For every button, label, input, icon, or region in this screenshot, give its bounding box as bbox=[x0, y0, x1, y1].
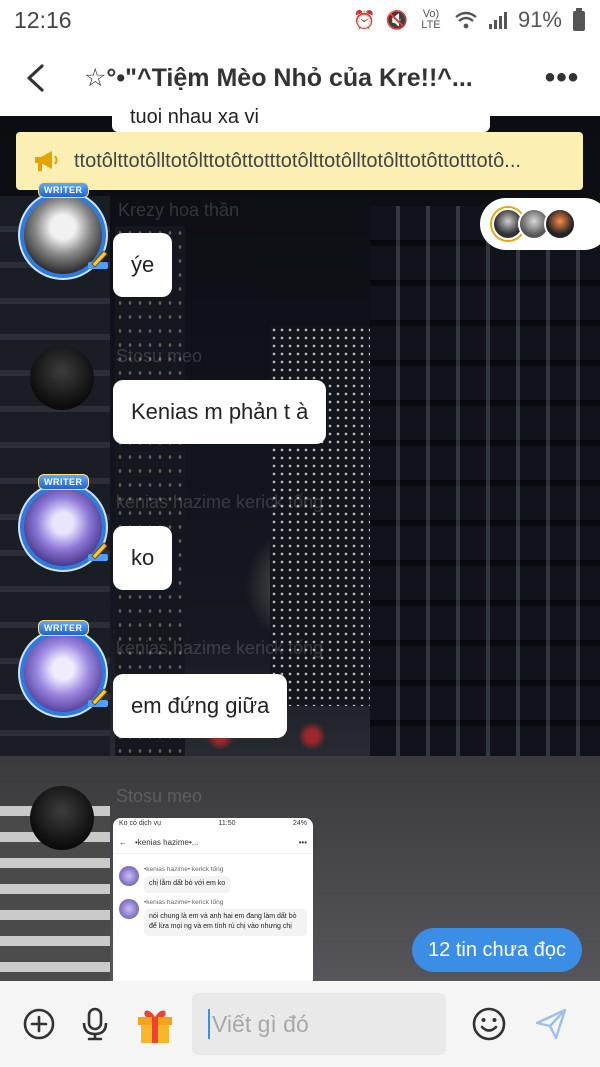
avatar[interactable] bbox=[30, 346, 94, 410]
shot-more-icon: ••• bbox=[298, 838, 307, 847]
shot-body: •kenias hazime• kerick tống chị lằm dất … bbox=[113, 854, 313, 942]
alarm-icon: ⏰ bbox=[353, 9, 376, 30]
send-icon bbox=[535, 1008, 567, 1040]
shot-time: 11:50 bbox=[218, 820, 236, 827]
signal-icon bbox=[488, 12, 507, 29]
avatar[interactable]: WRITER bbox=[24, 182, 108, 274]
writer-badge: WRITER bbox=[38, 620, 89, 636]
back-arrow-icon bbox=[27, 64, 44, 92]
shot-text: chị lằm dất bò với em ko bbox=[144, 876, 231, 893]
author-name: kenias hazime kerick tống bbox=[116, 492, 324, 512]
gift-icon bbox=[138, 1010, 172, 1043]
image-message[interactable]: Ko có dịch vụ 11:50 24% ← •kenias hazime… bbox=[113, 818, 313, 981]
microphone-button[interactable] bbox=[72, 1001, 118, 1047]
shot-battery: 24% bbox=[292, 820, 307, 827]
pen-icon bbox=[88, 688, 108, 707]
shot-text: nói chung là em và anh hai em đang làm d… bbox=[144, 908, 307, 936]
unread-messages-button[interactable]: 12 tin chưa đọc bbox=[412, 928, 582, 972]
online-members[interactable] bbox=[480, 198, 600, 250]
author-name: Stosu meo bbox=[116, 786, 203, 806]
message-input[interactable]: Viết gì đó bbox=[192, 993, 446, 1055]
announcement-banner[interactable]: ttotôlttotôlltotôlttotôttotttotôlttotôll… bbox=[16, 132, 583, 190]
more-dots-icon: ••• bbox=[544, 61, 580, 94]
shot-author: •kenias hazime• kerick tống bbox=[144, 866, 224, 873]
mute-icon: 🔇 bbox=[385, 9, 408, 30]
plus-circle-icon bbox=[23, 1008, 55, 1040]
smiley-icon bbox=[472, 1007, 506, 1041]
status-icons: ⏰ 🔇 Vo) LTE 91% bbox=[353, 7, 586, 33]
author-name: Krezy hoa thần bbox=[118, 200, 240, 220]
more-options-button[interactable]: ••• bbox=[524, 40, 600, 116]
gift-button[interactable] bbox=[132, 1001, 178, 1047]
pen-icon bbox=[88, 542, 108, 561]
back-button[interactable] bbox=[0, 40, 70, 116]
battery-icon bbox=[573, 8, 585, 31]
message-bubble[interactable]: em đứng giữa bbox=[113, 674, 288, 738]
pen-icon bbox=[88, 250, 108, 269]
avatar[interactable] bbox=[30, 786, 94, 850]
plus-button[interactable] bbox=[16, 1001, 62, 1047]
building-right bbox=[370, 206, 600, 766]
shot-title: •kenias hazime•... bbox=[135, 838, 199, 847]
send-button[interactable] bbox=[528, 1001, 574, 1047]
shot-message: •kenias hazime• kerick tống chị lằm dất … bbox=[119, 866, 307, 893]
message-input-placeholder: Viết gì đó bbox=[212, 1010, 309, 1037]
microphone-icon bbox=[82, 1007, 108, 1041]
status-bar: 12:16 ⏰ 🔇 Vo) LTE 91% bbox=[0, 0, 600, 40]
shot-header: ← •kenias hazime•... ••• bbox=[113, 832, 313, 854]
message-bubble[interactable]: Kenias m phản t à bbox=[113, 380, 327, 444]
text-caret bbox=[208, 1009, 210, 1039]
shot-avatar bbox=[119, 898, 139, 919]
author-name: kenias hazime kerick tống bbox=[116, 638, 324, 658]
writer-badge: WRITER bbox=[38, 474, 89, 490]
volte-label: Vo) LTE bbox=[421, 8, 441, 31]
shot-back-icon: ← bbox=[119, 838, 127, 847]
shot-message: •kenias hazime• kerick tống nói chung là… bbox=[119, 898, 307, 936]
message-bubble[interactable]: ko bbox=[113, 526, 173, 590]
writer-badge: WRITER bbox=[38, 182, 89, 198]
message-bubble[interactable]: ýe bbox=[113, 233, 173, 297]
emoji-button[interactable] bbox=[466, 1001, 512, 1047]
megaphone-icon bbox=[26, 141, 66, 181]
input-bar: Viết gì đó bbox=[0, 981, 600, 1067]
avatar[interactable]: WRITER bbox=[24, 474, 108, 566]
wifi-icon bbox=[455, 11, 477, 29]
author-name: Stosu meo bbox=[116, 346, 203, 366]
status-time: 12:16 bbox=[14, 6, 72, 33]
announcement-text: ttotôlttotôlltotôlttotôttotttotôlttotôll… bbox=[74, 149, 521, 172]
previous-message-fragment: tuoi nhau xa vi bbox=[112, 102, 490, 132]
battery-percent: 91% bbox=[517, 7, 562, 32]
member-avatar bbox=[544, 208, 576, 240]
chat-title[interactable]: ☆°•"^Tiệm Mèo Nhỏ của Kre!!^... bbox=[70, 63, 524, 93]
shot-avatar bbox=[119, 866, 139, 886]
avatar[interactable]: WRITER bbox=[24, 620, 108, 712]
shot-author: •kenias hazime• kerick tống bbox=[144, 898, 224, 906]
shot-status-bar: Ko có dịch vụ 11:50 24% bbox=[113, 818, 313, 832]
shot-carrier: Ko có dịch vụ bbox=[119, 820, 162, 827]
